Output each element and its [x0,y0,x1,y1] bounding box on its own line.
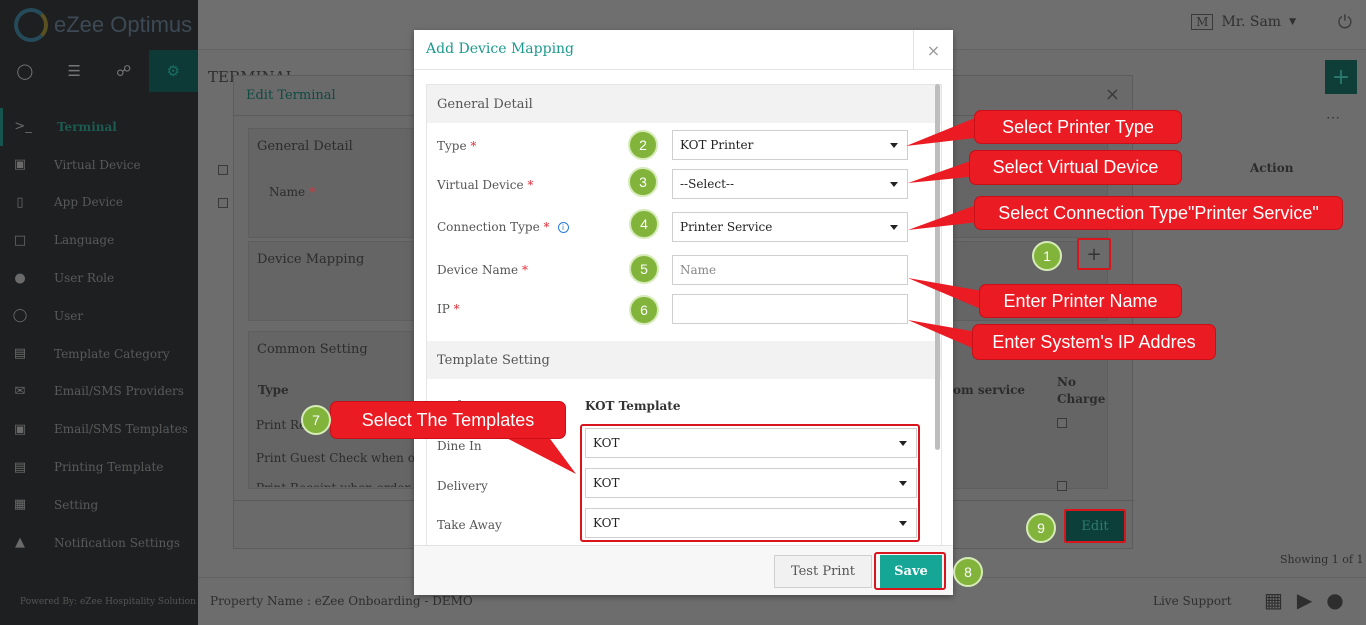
step-badge-6: 6 [629,295,659,325]
step-badge-9: 9 [1026,513,1056,543]
step-badge-3: 3 [628,167,658,197]
callout-printer-name: Enter Printer Name [980,285,1181,317]
step-badge-2: 2 [628,130,658,160]
arrow-ip [908,320,977,350]
callout-ip-address: Enter System's IP Addres [973,325,1215,359]
callout-virtual-device: Select Virtual Device [970,151,1181,184]
arrow-connection-type [908,204,979,230]
arrow-virtual-device [908,158,979,183]
callout-printer-type: Select Printer Type [975,111,1181,143]
step-badge-1: 1 [1032,241,1062,271]
step-badge-8: 8 [953,557,983,587]
arrow-printer-type [906,118,975,146]
arrow-printer-name [908,278,988,312]
step-badge-5: 5 [629,254,659,284]
callout-connection-type: Select Connection Type"Printer Service" [975,197,1342,229]
step-badge-4: 4 [629,209,659,239]
step-badge-7: 7 [301,405,331,435]
callout-templates: Select The Templates [331,402,565,438]
arrow-templates [495,432,576,474]
